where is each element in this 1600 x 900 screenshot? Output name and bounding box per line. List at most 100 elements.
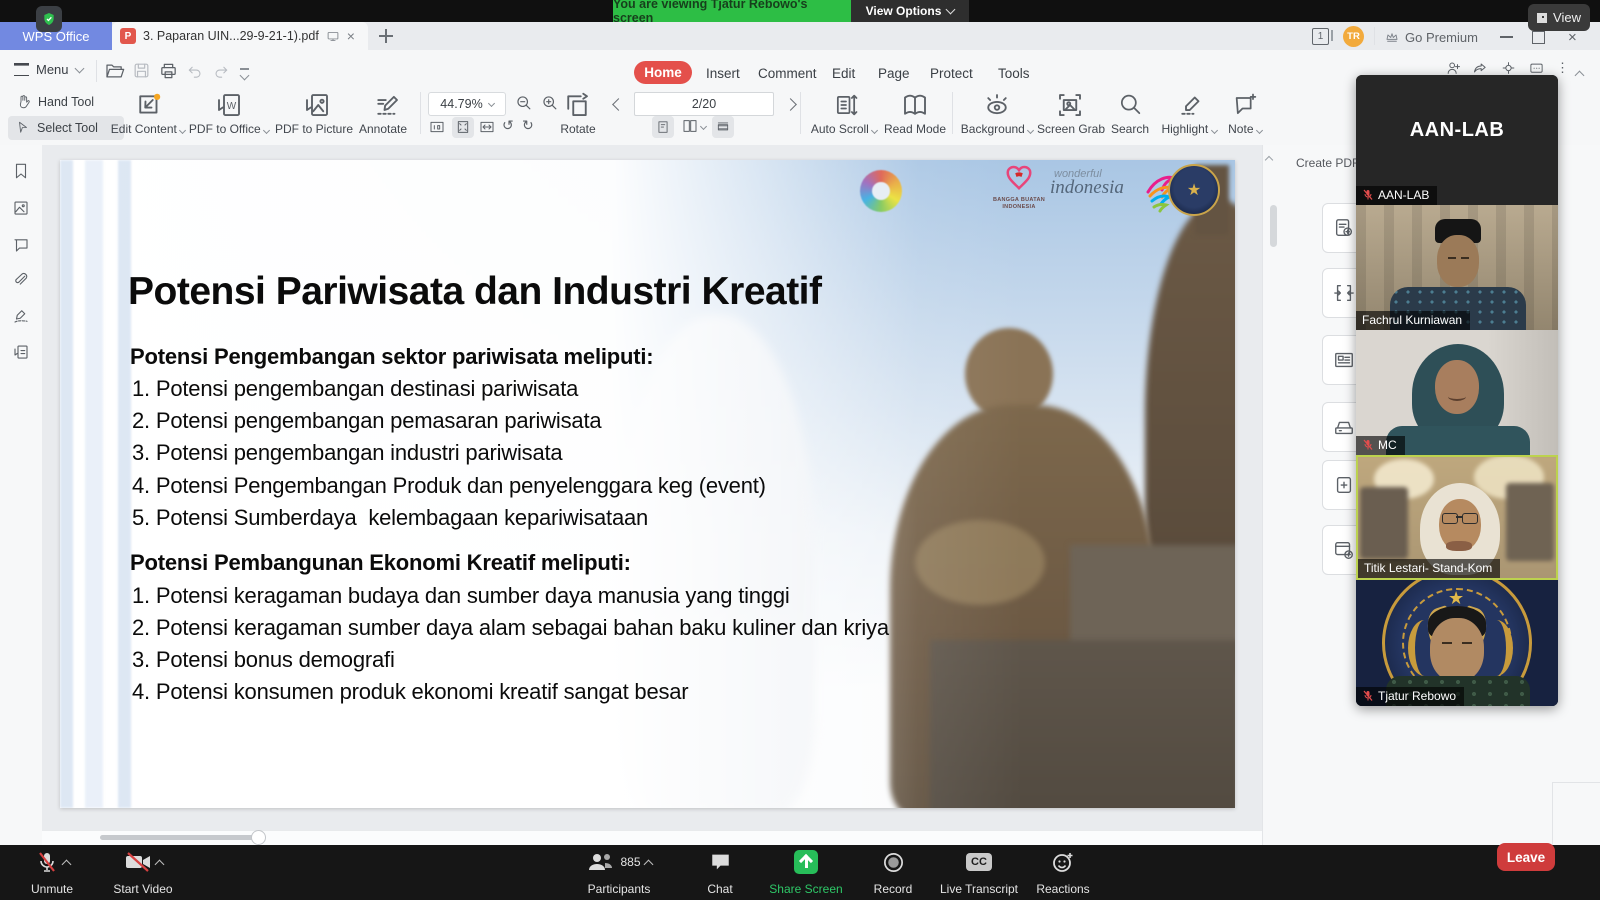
search-button[interactable] bbox=[1116, 90, 1144, 125]
tab-comment[interactable]: Comment bbox=[758, 66, 817, 81]
pdf-to-picture-icon bbox=[302, 90, 332, 120]
continuous-view-button[interactable] bbox=[712, 116, 734, 138]
actual-size-button[interactable] bbox=[428, 119, 446, 140]
tab-home[interactable]: Home bbox=[634, 61, 692, 84]
live-transcript-button[interactable]: CC Live Transcript bbox=[930, 848, 1028, 896]
print-button[interactable] bbox=[158, 61, 179, 86]
chat-button[interactable]: Chat bbox=[694, 848, 746, 896]
open-file-button[interactable] bbox=[104, 61, 125, 86]
participant-tile[interactable]: MC bbox=[1356, 330, 1558, 455]
customize-toolbar-button[interactable] bbox=[240, 68, 249, 79]
maximize-button[interactable] bbox=[1532, 31, 1545, 44]
chevron-up-icon[interactable] bbox=[643, 859, 653, 869]
zoom-view-button[interactable]: View bbox=[1528, 4, 1590, 31]
bookmarks-icon[interactable] bbox=[12, 162, 30, 185]
background-icon bbox=[982, 90, 1012, 120]
participant-label: AAN-LAB bbox=[1356, 186, 1437, 205]
close-window-button[interactable]: × bbox=[1568, 29, 1577, 46]
speaker-name: AAN-LAB bbox=[1356, 119, 1558, 142]
participant-label: Tjatur Rebowo bbox=[1356, 687, 1464, 706]
record-button[interactable]: Record bbox=[862, 848, 924, 896]
share-screen-button[interactable]: Share Screen bbox=[758, 848, 854, 896]
pdf-to-office-icon: W bbox=[214, 90, 244, 120]
note-button[interactable] bbox=[1232, 90, 1260, 125]
next-page-button[interactable] bbox=[786, 96, 795, 114]
hand-tool-button[interactable]: Hand Tool bbox=[16, 94, 94, 109]
window-count-badge[interactable]: 1 bbox=[1312, 28, 1329, 45]
tab-protect[interactable]: Protect bbox=[930, 66, 973, 81]
divider bbox=[1552, 782, 1600, 783]
video-person-glasses bbox=[1462, 513, 1478, 524]
avatar[interactable]: TR bbox=[1343, 26, 1364, 47]
read-mode-button[interactable] bbox=[900, 90, 930, 125]
zoom-level-select[interactable]: 44.79% bbox=[428, 92, 506, 116]
comments-icon[interactable] bbox=[12, 236, 30, 259]
pdf-to-picture-button[interactable] bbox=[302, 90, 332, 125]
mic-muted-icon bbox=[35, 849, 59, 875]
menu-button[interactable]: Menu bbox=[14, 62, 83, 77]
mic-muted-icon bbox=[1362, 690, 1374, 702]
auto-scroll-button[interactable] bbox=[832, 90, 860, 125]
slide-title: Potensi Pariwisata dan Industri Kreatif bbox=[128, 270, 822, 314]
page-indicator-field[interactable]: 2/20 bbox=[634, 92, 774, 116]
view-options-button[interactable]: View Options bbox=[851, 0, 969, 22]
rotate-right-icon[interactable]: ↻ bbox=[522, 117, 534, 134]
close-tab-icon[interactable]: × bbox=[347, 28, 355, 44]
participants-button[interactable]: 885 Participants bbox=[575, 848, 663, 896]
highlight-button[interactable] bbox=[1176, 90, 1206, 125]
zoom-in-button[interactable] bbox=[540, 93, 559, 117]
two-page-view-button[interactable] bbox=[682, 118, 706, 134]
tab-tools[interactable]: Tools bbox=[998, 66, 1030, 81]
participant-tile[interactable]: AAN-LAB AAN-LAB bbox=[1356, 75, 1558, 205]
fit-page-button[interactable] bbox=[452, 117, 474, 138]
minimize-button[interactable] bbox=[1500, 36, 1513, 38]
participant-tile[interactable]: Fachrul Kurniawan bbox=[1356, 205, 1558, 330]
previous-page-button[interactable] bbox=[614, 96, 623, 114]
save-button[interactable] bbox=[132, 61, 151, 85]
chevron-up-icon[interactable] bbox=[61, 859, 71, 869]
screen-grab-button[interactable] bbox=[1055, 90, 1085, 125]
redo-button[interactable] bbox=[212, 63, 230, 85]
annotate-button[interactable] bbox=[372, 90, 402, 125]
merge-icon bbox=[1333, 282, 1355, 304]
pdf-page[interactable]: BANGGA BUATAN INDONESIA wonderful indone… bbox=[60, 160, 1235, 808]
document-tab[interactable]: P 3. Paparan UIN...29-9-21-1).pdf × bbox=[112, 22, 368, 50]
panel-scrollbar-thumb[interactable] bbox=[1270, 205, 1277, 247]
cc-icon: CC bbox=[966, 853, 992, 871]
svg-text:W: W bbox=[227, 101, 237, 112]
more-vertical-icon[interactable]: ⋮ bbox=[1556, 60, 1569, 76]
hamburger-icon bbox=[14, 63, 29, 76]
start-video-button[interactable]: Start Video bbox=[100, 848, 186, 896]
single-page-view-button[interactable] bbox=[652, 116, 674, 138]
thumbnails-icon[interactable] bbox=[12, 199, 30, 222]
agency-swirl-logo bbox=[860, 170, 902, 212]
panel-scroll-up-icon[interactable] bbox=[1266, 150, 1272, 168]
participant-tile-active[interactable]: Titik Lestari- Stand-Kom bbox=[1356, 455, 1558, 580]
tab-page[interactable]: Page bbox=[878, 66, 910, 81]
pdf-to-office-button[interactable]: W bbox=[214, 90, 244, 125]
new-tab-button[interactable] bbox=[378, 28, 394, 44]
scrollbar-thumb[interactable] bbox=[100, 835, 258, 840]
export-icon[interactable] bbox=[12, 343, 30, 366]
fit-width-button[interactable] bbox=[478, 119, 496, 140]
reactions-button[interactable]: Reactions bbox=[1028, 848, 1098, 896]
unmute-button[interactable]: Unmute bbox=[14, 848, 90, 896]
zoom-out-button[interactable] bbox=[514, 93, 533, 117]
participant-label: Titik Lestari- Stand-Kom bbox=[1358, 559, 1500, 578]
tab-insert[interactable]: Insert bbox=[706, 66, 740, 81]
undo-button[interactable] bbox=[186, 63, 204, 85]
background-button[interactable] bbox=[982, 90, 1012, 125]
attachments-icon[interactable] bbox=[12, 271, 30, 294]
leave-button[interactable]: Leave bbox=[1497, 843, 1555, 871]
edit-content-button[interactable] bbox=[134, 90, 164, 125]
scrollbar-handle[interactable] bbox=[251, 830, 266, 845]
collapse-ribbon-icon[interactable] bbox=[1576, 66, 1583, 84]
tab-edit[interactable]: Edit bbox=[832, 66, 855, 81]
chevron-up-icon[interactable] bbox=[154, 859, 164, 869]
signature-icon[interactable] bbox=[12, 307, 30, 330]
note-label: Note bbox=[1216, 122, 1274, 136]
go-premium-button[interactable]: Go Premium bbox=[1384, 26, 1478, 48]
rotate-left-icon[interactable]: ↺ bbox=[502, 117, 514, 134]
rotate-button[interactable] bbox=[562, 90, 592, 125]
participant-tile[interactable]: ★ Tjatur Rebowo bbox=[1356, 580, 1558, 706]
